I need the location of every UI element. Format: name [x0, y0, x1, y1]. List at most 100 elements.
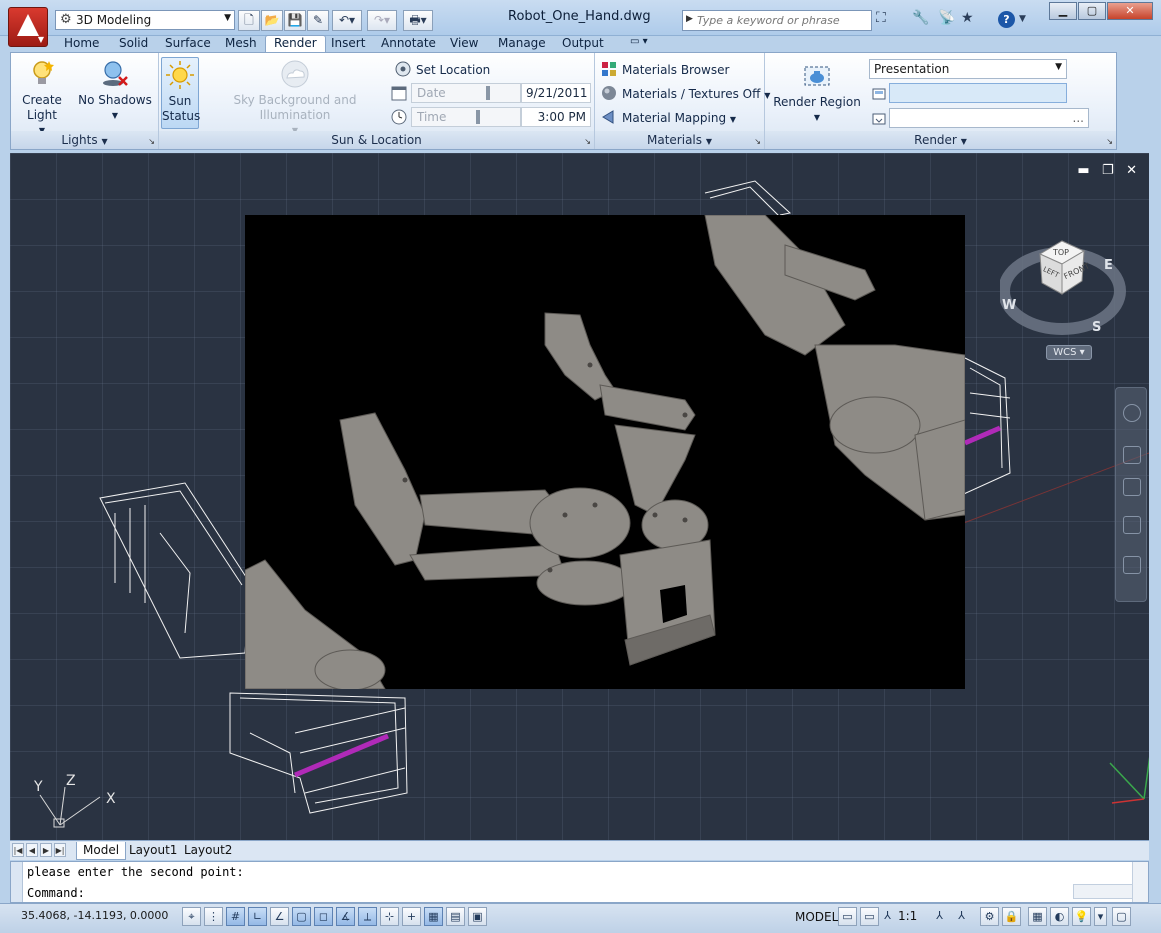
open-file-button[interactable]: 📂 [261, 10, 283, 31]
command-input[interactable]: Command: [27, 886, 85, 900]
selection-cycling-toggle[interactable]: ▣ [468, 907, 487, 926]
auto-scale-icon[interactable]: ⅄ [952, 907, 971, 926]
tab-model[interactable]: Model [76, 842, 127, 860]
first-layout-button[interactable]: |◀ [12, 843, 24, 857]
zoom-icon[interactable] [1123, 478, 1141, 496]
maximize-button[interactable]: ▢ [1078, 2, 1106, 20]
lock-icon[interactable]: 🔒 [1002, 907, 1021, 926]
steering-wheel-icon[interactable] [1123, 404, 1141, 422]
help-icon[interactable]: ? [998, 11, 1015, 28]
date-slider[interactable]: Date [411, 83, 521, 103]
panel-launcher-icon[interactable]: ↘ [148, 137, 155, 146]
coordinate-readout[interactable]: 35.4068, -14.1193, 0.0000 [21, 909, 168, 922]
sun-status-button[interactable]: Sun Status [161, 57, 200, 129]
command-line-grip[interactable] [11, 862, 23, 902]
material-mapping-button[interactable]: Material Mapping ▼ [601, 109, 736, 125]
last-layout-button[interactable]: ▶| [54, 843, 66, 857]
quick-properties-toggle[interactable]: ▤ [446, 907, 465, 926]
transparency-toggle[interactable]: ▦ [424, 907, 443, 926]
tab-insert[interactable]: Insert [331, 35, 365, 53]
binoculars-icon[interactable]: ⛶ [876, 10, 886, 26]
object-snap-tracking-toggle[interactable]: ∡ [336, 907, 355, 926]
materials-browser-button[interactable]: Materials Browser [601, 61, 729, 77]
hardware-acceleration-icon[interactable]: ▦ [1028, 907, 1047, 926]
workspace-switcher[interactable]: ⚙ 3D Modeling ▼ [55, 10, 235, 30]
dynamic-input-toggle[interactable]: ⊹ [380, 907, 399, 926]
search-input[interactable]: ▶ Type a keyword or phrase [682, 10, 872, 31]
render-region-button[interactable]: Render Region ▼ [771, 61, 863, 125]
pan-hand-icon[interactable] [1123, 446, 1141, 464]
dynamic-ucs-toggle[interactable]: ⟂ [358, 907, 377, 926]
annotation-visibility-icon[interactable]: ⅄ [930, 907, 949, 926]
tab-output[interactable]: Output [562, 35, 604, 53]
time-value[interactable]: 3:00 PM [521, 107, 591, 127]
lights-panel-title[interactable]: Lights ▼ [11, 131, 158, 149]
undo-button[interactable]: ↶▾ [332, 10, 362, 31]
showmotion-icon[interactable] [1123, 556, 1141, 574]
communication-icon[interactable]: 📡 [938, 10, 955, 26]
grid-display-toggle[interactable]: # [226, 907, 245, 926]
tab-surface[interactable]: Surface [165, 35, 211, 53]
date-value[interactable]: 9/21/2011 [521, 83, 591, 103]
prev-layout-button[interactable]: ◀ [26, 843, 38, 857]
favorites-star-icon[interactable]: ★ [961, 10, 974, 26]
render-panel-title[interactable]: Render ▼ [765, 131, 1116, 149]
quick-view-layouts-button[interactable]: ▭ [838, 907, 857, 926]
date-slider-thumb[interactable] [486, 86, 490, 100]
light-bulb-icon[interactable]: 💡 [1072, 907, 1091, 926]
save-button[interactable]: 💾 [284, 10, 306, 31]
workspace-switching-icon[interactable]: ⚙ [980, 907, 999, 926]
materials-textures-button[interactable]: Materials / Textures Off ▼ [601, 85, 770, 101]
annotation-scale-value[interactable]: 1:1 [898, 909, 917, 923]
tab-layout1[interactable]: Layout1 [123, 842, 183, 860]
materials-panel-title[interactable]: Materials ▼ [595, 131, 764, 149]
snap-mode-toggle[interactable]: ⋮ [204, 907, 223, 926]
model-space-button[interactable]: MODEL [795, 910, 838, 924]
tab-annotate[interactable]: Annotate [381, 35, 436, 53]
lineweight-toggle[interactable]: + [402, 907, 421, 926]
isolate-objects-icon[interactable]: ◐ [1050, 907, 1069, 926]
viewcube[interactable]: TOP FRONT LEFT W E S [998, 219, 1135, 359]
tab-layout2[interactable]: Layout2 [178, 842, 238, 860]
clean-screen-icon[interactable]: ▢ [1112, 907, 1131, 926]
command-vertical-scrollbar[interactable] [1132, 862, 1148, 902]
3d-object-snap-toggle[interactable]: ◻ [314, 907, 333, 926]
time-slider[interactable]: Time [411, 107, 521, 127]
orbit-icon[interactable] [1123, 516, 1141, 534]
no-shadows-button[interactable]: No Shadows ▼ [77, 59, 153, 123]
tab-render[interactable]: Render [265, 35, 326, 53]
polar-tracking-toggle[interactable]: ∠ [270, 907, 289, 926]
close-button[interactable]: ✕ [1107, 2, 1153, 20]
sky-background-button[interactable]: Sky Background and Illumination ▼ [205, 59, 385, 138]
render-preset-select[interactable]: Presentation ▼ [869, 59, 1067, 79]
time-slider-thumb[interactable] [476, 110, 480, 124]
tab-home[interactable]: Home [64, 35, 99, 53]
set-location-button[interactable]: Set Location [395, 61, 490, 77]
sun-location-panel-title[interactable]: Sun & Location [159, 131, 594, 149]
application-menu-button[interactable]: ▼ [8, 7, 48, 47]
panel-launcher-icon[interactable]: ↘ [754, 137, 761, 146]
create-light-button[interactable]: Create Light ▼ [19, 59, 65, 138]
infer-constraints-toggle[interactable]: ⌖ [182, 907, 201, 926]
browse-button[interactable]: ... [1073, 111, 1084, 125]
panel-launcher-icon[interactable]: ↘ [1106, 137, 1113, 146]
object-snap-toggle[interactable]: ▢ [292, 907, 311, 926]
tab-mesh[interactable]: Mesh [225, 35, 257, 53]
chevron-down-icon[interactable]: ▾ [1094, 907, 1107, 926]
plot-button[interactable]: 🖶▾ [403, 10, 433, 31]
drawing-viewport[interactable]: ▬ ❐ ✕ TOP FRONT LEFT W E S WCS ▾ Y Z X [10, 153, 1149, 840]
redo-button[interactable]: ↷▾ [367, 10, 397, 31]
save-as-button[interactable]: ✎ [307, 10, 329, 31]
next-layout-button[interactable]: ▶ [40, 843, 52, 857]
render-output-file-field[interactable]: ... [889, 108, 1089, 128]
panel-launcher-icon[interactable]: ↘ [584, 137, 591, 146]
tab-solid[interactable]: Solid [119, 35, 148, 53]
subscription-icon[interactable]: 🔧 [912, 10, 929, 26]
new-file-button[interactable]: 🗋 [238, 10, 260, 31]
ribbon-options-button[interactable]: ▭ ▾ [630, 35, 648, 53]
minimize-button[interactable]: ▁ [1049, 2, 1077, 20]
render-output-size-field[interactable] [889, 83, 1067, 103]
ortho-mode-toggle[interactable]: ∟ [248, 907, 267, 926]
tab-manage[interactable]: Manage [498, 35, 546, 53]
wcs-menu[interactable]: WCS ▾ [1046, 345, 1092, 360]
